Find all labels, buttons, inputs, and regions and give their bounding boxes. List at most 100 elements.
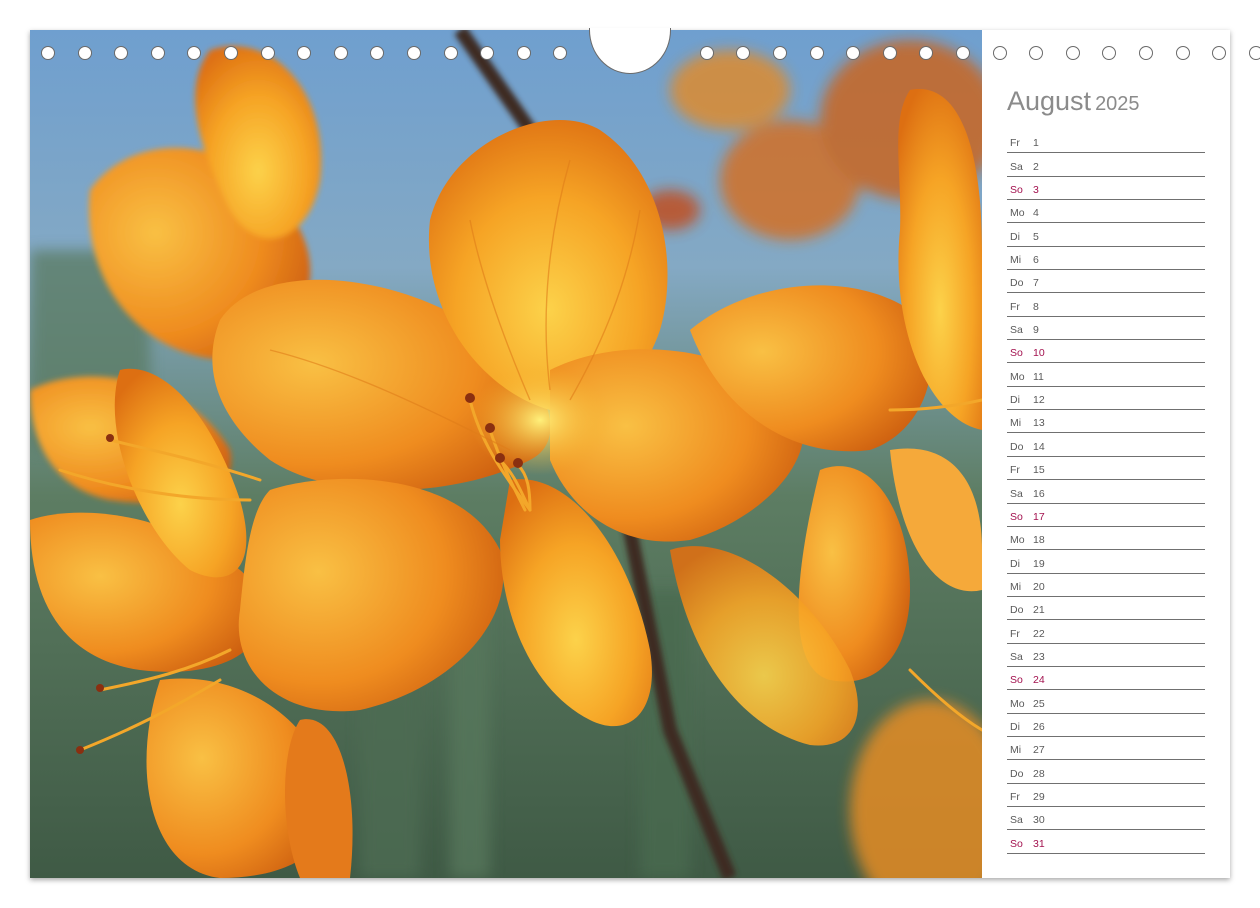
day-number: 16	[1033, 487, 1045, 500]
day-row: Mo 18	[1007, 527, 1205, 551]
day-row: So 24	[1007, 667, 1205, 691]
day-number: 25	[1033, 697, 1045, 710]
day-number: 28	[1033, 767, 1045, 780]
day-number: 8	[1033, 300, 1039, 313]
day-weekday: Di	[1010, 394, 1020, 407]
day-number: 15	[1033, 464, 1045, 477]
day-number: 21	[1033, 604, 1045, 617]
day-row: Di 12	[1007, 387, 1205, 411]
day-number: 12	[1033, 394, 1045, 407]
day-number: 5	[1033, 230, 1039, 243]
day-number: 30	[1033, 814, 1045, 827]
day-row: Do 28	[1007, 760, 1205, 784]
day-row: Do 7	[1007, 270, 1205, 294]
day-row: So 3	[1007, 177, 1205, 201]
day-row: Fr 29	[1007, 784, 1205, 807]
day-weekday: Di	[1010, 230, 1020, 243]
day-row: So 10	[1007, 340, 1205, 364]
day-number: 18	[1033, 534, 1045, 547]
day-weekday: Do	[1010, 440, 1024, 453]
day-row: Mi 6	[1007, 247, 1205, 271]
day-weekday: Mi	[1010, 744, 1022, 757]
day-weekday: Sa	[1010, 487, 1023, 500]
calendar-page: August 2025 Fr 1 Sa 2 So 3 Mo 4 Di 5 Mi 6 Do 7 Fr 8 Sa 9 So…	[30, 30, 1230, 878]
day-weekday: Sa	[1010, 160, 1023, 173]
day-row: Mo 11	[1007, 363, 1205, 387]
day-number: 26	[1033, 720, 1045, 733]
day-row: Mo 4	[1007, 200, 1205, 224]
day-weekday: Fr	[1010, 300, 1020, 313]
day-number: 17	[1033, 510, 1045, 523]
day-number: 22	[1033, 627, 1045, 640]
binding-hole	[1248, 46, 1260, 60]
day-row: Di 19	[1007, 550, 1205, 574]
azalea-flower-image	[30, 30, 982, 878]
day-number: 19	[1033, 557, 1045, 570]
azalea-photo	[30, 30, 982, 878]
day-row: Sa 2	[1007, 153, 1205, 177]
month-name: August	[1007, 86, 1092, 116]
day-row: Fr 1	[1007, 130, 1205, 154]
day-row: Mi 20	[1007, 574, 1205, 597]
day-weekday: Do	[1010, 767, 1024, 780]
day-weekday: So	[1010, 184, 1023, 197]
month-year: 2025	[1095, 93, 1140, 115]
day-weekday: So	[1010, 510, 1023, 523]
day-weekday: Do	[1010, 277, 1024, 290]
day-number: 23	[1033, 650, 1045, 663]
day-number: 14	[1033, 440, 1045, 453]
calendar-sidebar: August 2025 Fr 1 Sa 2 So 3 Mo 4 Di 5 Mi 6 Do 7 Fr 8 Sa 9 So…	[982, 30, 1230, 878]
day-weekday: Sa	[1010, 814, 1023, 827]
day-weekday: Mo	[1010, 697, 1025, 710]
day-number: 2	[1033, 160, 1039, 173]
day-weekday: Sa	[1010, 650, 1023, 663]
day-row: Mi 27	[1007, 737, 1205, 761]
day-row: So 31	[1007, 830, 1205, 854]
day-number: 4	[1033, 207, 1039, 220]
day-row: Do 14	[1007, 433, 1205, 457]
day-number: 10	[1033, 347, 1045, 360]
day-number: 20	[1033, 580, 1045, 593]
day-weekday: Fr	[1010, 790, 1020, 803]
day-number: 6	[1033, 254, 1039, 267]
day-weekday: Fr	[1010, 137, 1020, 150]
month-title: August 2025	[1007, 86, 1140, 117]
day-weekday: Mi	[1010, 254, 1022, 267]
day-weekday: Mo	[1010, 534, 1025, 547]
day-weekday: Mo	[1010, 207, 1025, 220]
day-row: Fr 8	[1007, 293, 1205, 317]
day-number: 24	[1033, 674, 1045, 687]
day-row: Sa 30	[1007, 807, 1205, 831]
day-weekday: So	[1010, 347, 1023, 360]
day-weekday: Mi	[1010, 580, 1022, 593]
day-number: 3	[1033, 184, 1039, 197]
day-weekday: So	[1010, 674, 1023, 687]
day-row: Mi 13	[1007, 410, 1205, 434]
day-weekday: Mi	[1010, 417, 1022, 430]
day-weekday: Di	[1010, 720, 1020, 733]
day-weekday: Di	[1010, 557, 1020, 570]
day-row: Sa 16	[1007, 480, 1205, 504]
day-number: 11	[1033, 370, 1044, 383]
day-weekday: Do	[1010, 604, 1024, 617]
day-number: 7	[1033, 277, 1039, 290]
day-number: 27	[1033, 744, 1045, 757]
day-row: Fr 22	[1007, 620, 1205, 644]
day-row: Fr 15	[1007, 457, 1205, 481]
day-row: Sa 9	[1007, 317, 1205, 341]
day-row: Di 26	[1007, 714, 1205, 737]
day-list: Fr 1 Sa 2 So 3 Mo 4 Di 5 Mi 6 Do 7 Fr 8 Sa 9 So 10 Mo 11 Di 12 M…	[1007, 130, 1205, 854]
day-row: Mo 25	[1007, 690, 1205, 714]
day-weekday: Sa	[1010, 324, 1023, 337]
day-weekday: So	[1010, 837, 1023, 850]
day-weekday: Fr	[1010, 627, 1020, 640]
day-weekday: Mo	[1010, 370, 1025, 383]
day-row: Sa 23	[1007, 644, 1205, 667]
day-row: So 17	[1007, 504, 1205, 527]
day-number: 13	[1033, 417, 1045, 430]
day-number: 29	[1033, 790, 1045, 803]
day-number: 9	[1033, 324, 1039, 337]
day-row: Do 21	[1007, 597, 1205, 621]
day-weekday: Fr	[1010, 464, 1020, 477]
day-row: Di 5	[1007, 223, 1205, 247]
